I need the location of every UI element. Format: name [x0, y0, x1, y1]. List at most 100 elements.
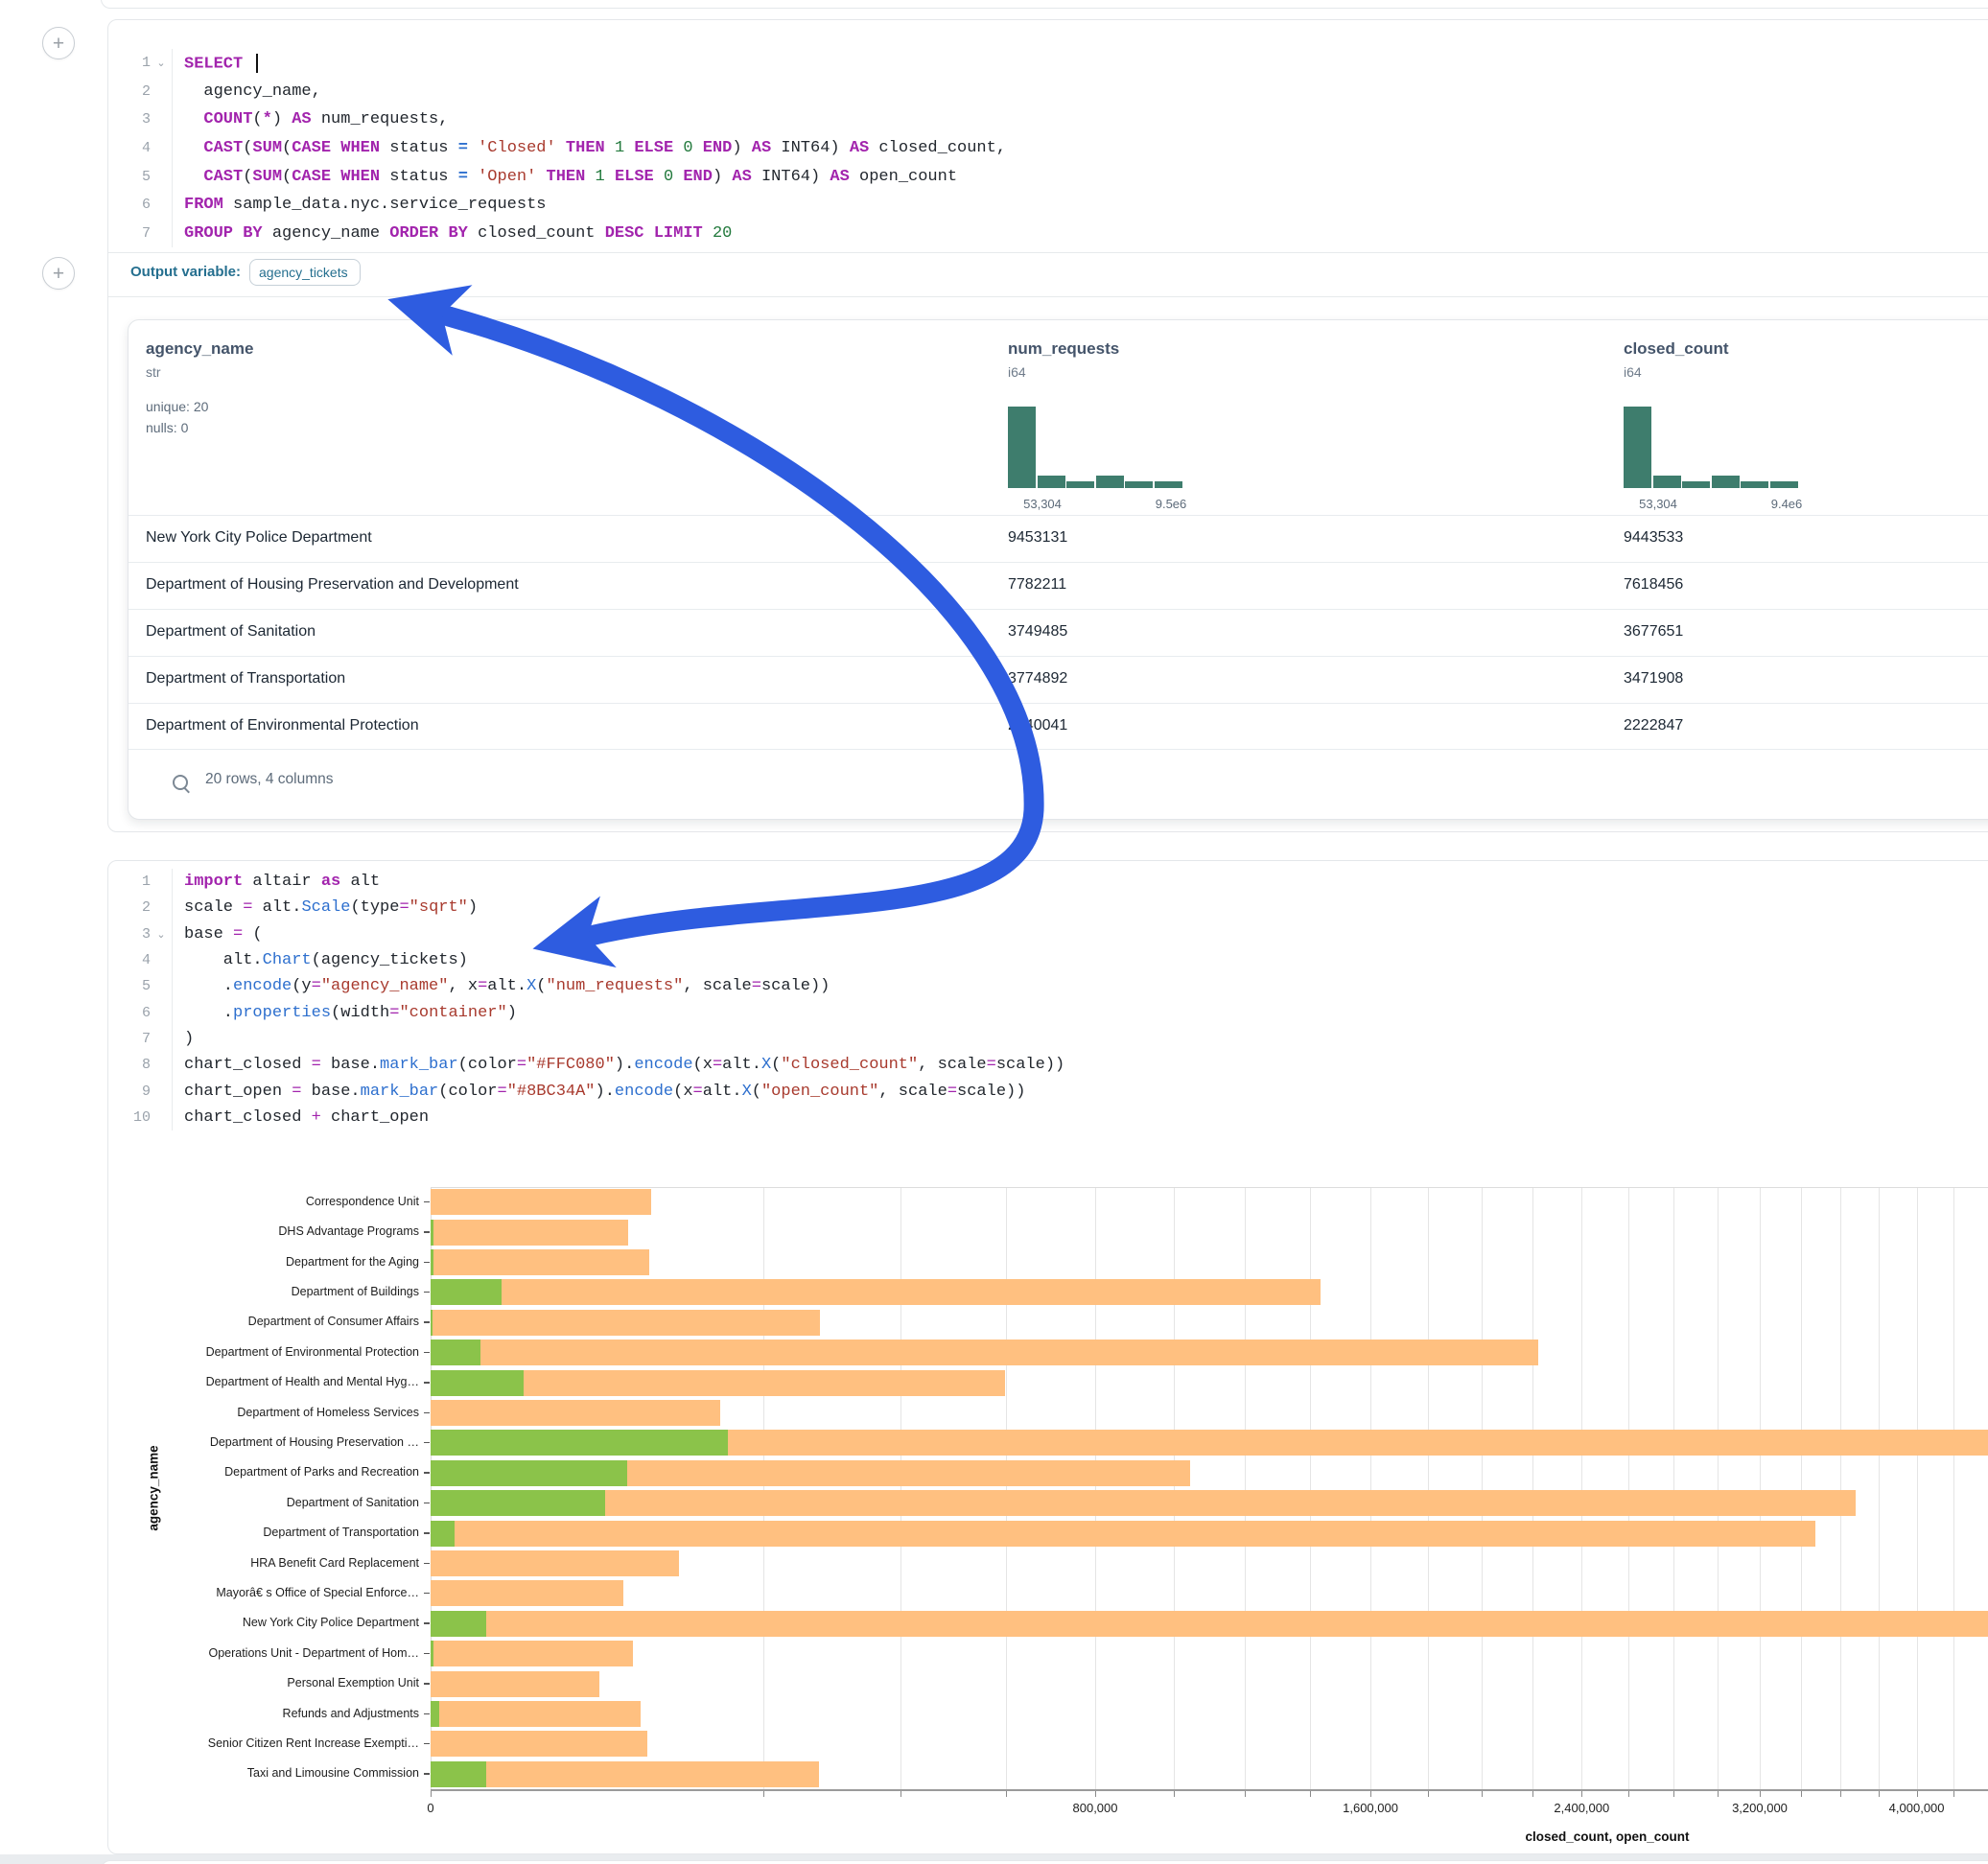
code-token: 1 [596, 168, 605, 186]
code-line: 6 .properties(width="container") [108, 999, 1988, 1025]
add-cell-button-top[interactable]: + [42, 27, 75, 59]
code-token: X [742, 1083, 752, 1101]
code-token: "#8BC34A" [507, 1083, 596, 1101]
code-token: CASE [292, 168, 331, 186]
histogram-min-label: 53,304 [1639, 497, 1677, 511]
table-row[interactable]: Department of Sanitation37494853677651 [129, 609, 1988, 657]
code-token: CAST [203, 139, 243, 157]
code-token: * [263, 110, 272, 128]
table-row[interactable]: Department of Housing Preservation and D… [129, 562, 1988, 610]
code-token: AS [732, 168, 751, 186]
line-number: 7 [108, 225, 151, 242]
table-cell: Department of Environmental Protection [146, 717, 419, 734]
code-token: ( [243, 168, 252, 186]
code-token: ). [615, 1056, 634, 1074]
code-token: AS [850, 139, 869, 157]
code-token: SUM [252, 168, 282, 186]
code-token: SUM [252, 139, 282, 157]
python-code-editor[interactable]: 1import altair as alt2scale = alt.Scale(… [108, 869, 1988, 1130]
text-cursor [256, 54, 258, 73]
code-line: 4 alt.Chart(agency_tickets) [108, 947, 1988, 973]
code-token: (color [438, 1083, 497, 1101]
code-token [654, 168, 664, 186]
code-token: LIMIT [654, 224, 703, 243]
table-row[interactable]: New York City Police Department945313194… [129, 515, 1988, 563]
next-cell-edge [101, 1860, 1988, 1864]
code-token: 'Open' [478, 168, 536, 186]
code-token: status [380, 168, 458, 186]
code-token: mark_bar [361, 1083, 439, 1101]
previous-cell-edge [101, 0, 1988, 9]
code-token: . [184, 1004, 233, 1022]
column-header[interactable]: closed_count [1624, 339, 1729, 359]
code-token [673, 139, 683, 157]
code-token: agency_name, [184, 82, 321, 101]
code-token [556, 139, 566, 157]
code-token: X [761, 1056, 771, 1074]
code-token: = [987, 1056, 996, 1074]
code-token: INT64) [752, 168, 830, 186]
histogram-bar [1096, 476, 1124, 488]
code-token: SELECT [184, 55, 243, 73]
line-number: 7 [108, 1031, 151, 1047]
code-line: 2 agency_name, [108, 78, 1988, 106]
code-token: X [526, 977, 536, 995]
sql-code-editor[interactable]: 1 ⌄ SELECT 2 agency_name,3 COUNT(*) AS num… [108, 49, 1988, 247]
code-token: "open_count" [761, 1083, 878, 1101]
output-variable-label: Output variable: [130, 264, 241, 280]
fold-caret-icon[interactable]: ⌄ [151, 928, 172, 941]
code-token: WHEN [340, 168, 380, 186]
code-token: = [312, 1056, 321, 1074]
table-row-count: 20 rows, 4 columns [205, 771, 334, 788]
table-cell: Department of Transportation [146, 670, 345, 687]
code-text: base = ( [173, 925, 263, 944]
code-token [673, 168, 683, 186]
table-row[interactable]: Department of Transportation377489234719… [129, 656, 1988, 704]
code-token: ( [252, 110, 262, 128]
code-line: 6FROM sample_data.nyc.service_requests [108, 191, 1988, 220]
code-token: alt. [703, 1083, 742, 1101]
code-token: ) [507, 1004, 517, 1022]
code-token: chart_closed [184, 1108, 312, 1127]
code-line: 4 CAST(SUM(CASE WHEN status = 'Closed' T… [108, 134, 1988, 163]
code-token: closed_count, [869, 139, 1006, 157]
add-cell-button-output[interactable]: + [42, 257, 75, 290]
search-icon[interactable] [173, 775, 188, 790]
table-cell: New York City Police Department [146, 529, 372, 547]
histogram-bar [1653, 476, 1681, 488]
code-token: ) [272, 110, 292, 128]
code-token: = [478, 977, 487, 995]
code-token: THEN [566, 139, 605, 157]
code-token: sample_data.nyc.service_requests [223, 196, 547, 214]
table-row[interactable]: Department of Environmental Protection22… [129, 703, 1988, 751]
code-token: THEN [547, 168, 586, 186]
code-token: ( [771, 1056, 781, 1074]
line-number: 6 [108, 197, 151, 213]
histogram-bar [1038, 476, 1065, 488]
code-token: scale)) [761, 977, 830, 995]
code-token: "sqrt" [409, 898, 468, 917]
fold-caret-icon[interactable]: ⌄ [151, 57, 172, 69]
code-line: 3 COUNT(*) AS num_requests, [108, 105, 1988, 134]
code-token: GROUP [184, 224, 233, 243]
column-header[interactable]: agency_name [146, 339, 253, 359]
histogram-bar [1770, 481, 1798, 488]
code-line: 2scale = alt.Scale(type="sqrt") [108, 895, 1988, 920]
code-token: BY [448, 224, 467, 243]
code-token [184, 110, 203, 128]
code-token: (x [673, 1083, 692, 1101]
code-token: "container" [399, 1004, 506, 1022]
code-token: AS [292, 110, 311, 128]
code-token: alt [340, 873, 380, 891]
column-header[interactable]: num_requests [1008, 339, 1119, 359]
code-token: = [458, 168, 468, 186]
output-variable-chip[interactable]: agency_tickets [249, 259, 361, 286]
line-number: 5 [108, 169, 151, 185]
code-token: + [312, 1108, 321, 1127]
code-token: , scale [918, 1056, 986, 1074]
code-token [233, 224, 243, 243]
code-token: ( [282, 168, 292, 186]
code-token [243, 55, 252, 73]
code-token: AS [752, 139, 771, 157]
column-type: str [146, 364, 161, 380]
